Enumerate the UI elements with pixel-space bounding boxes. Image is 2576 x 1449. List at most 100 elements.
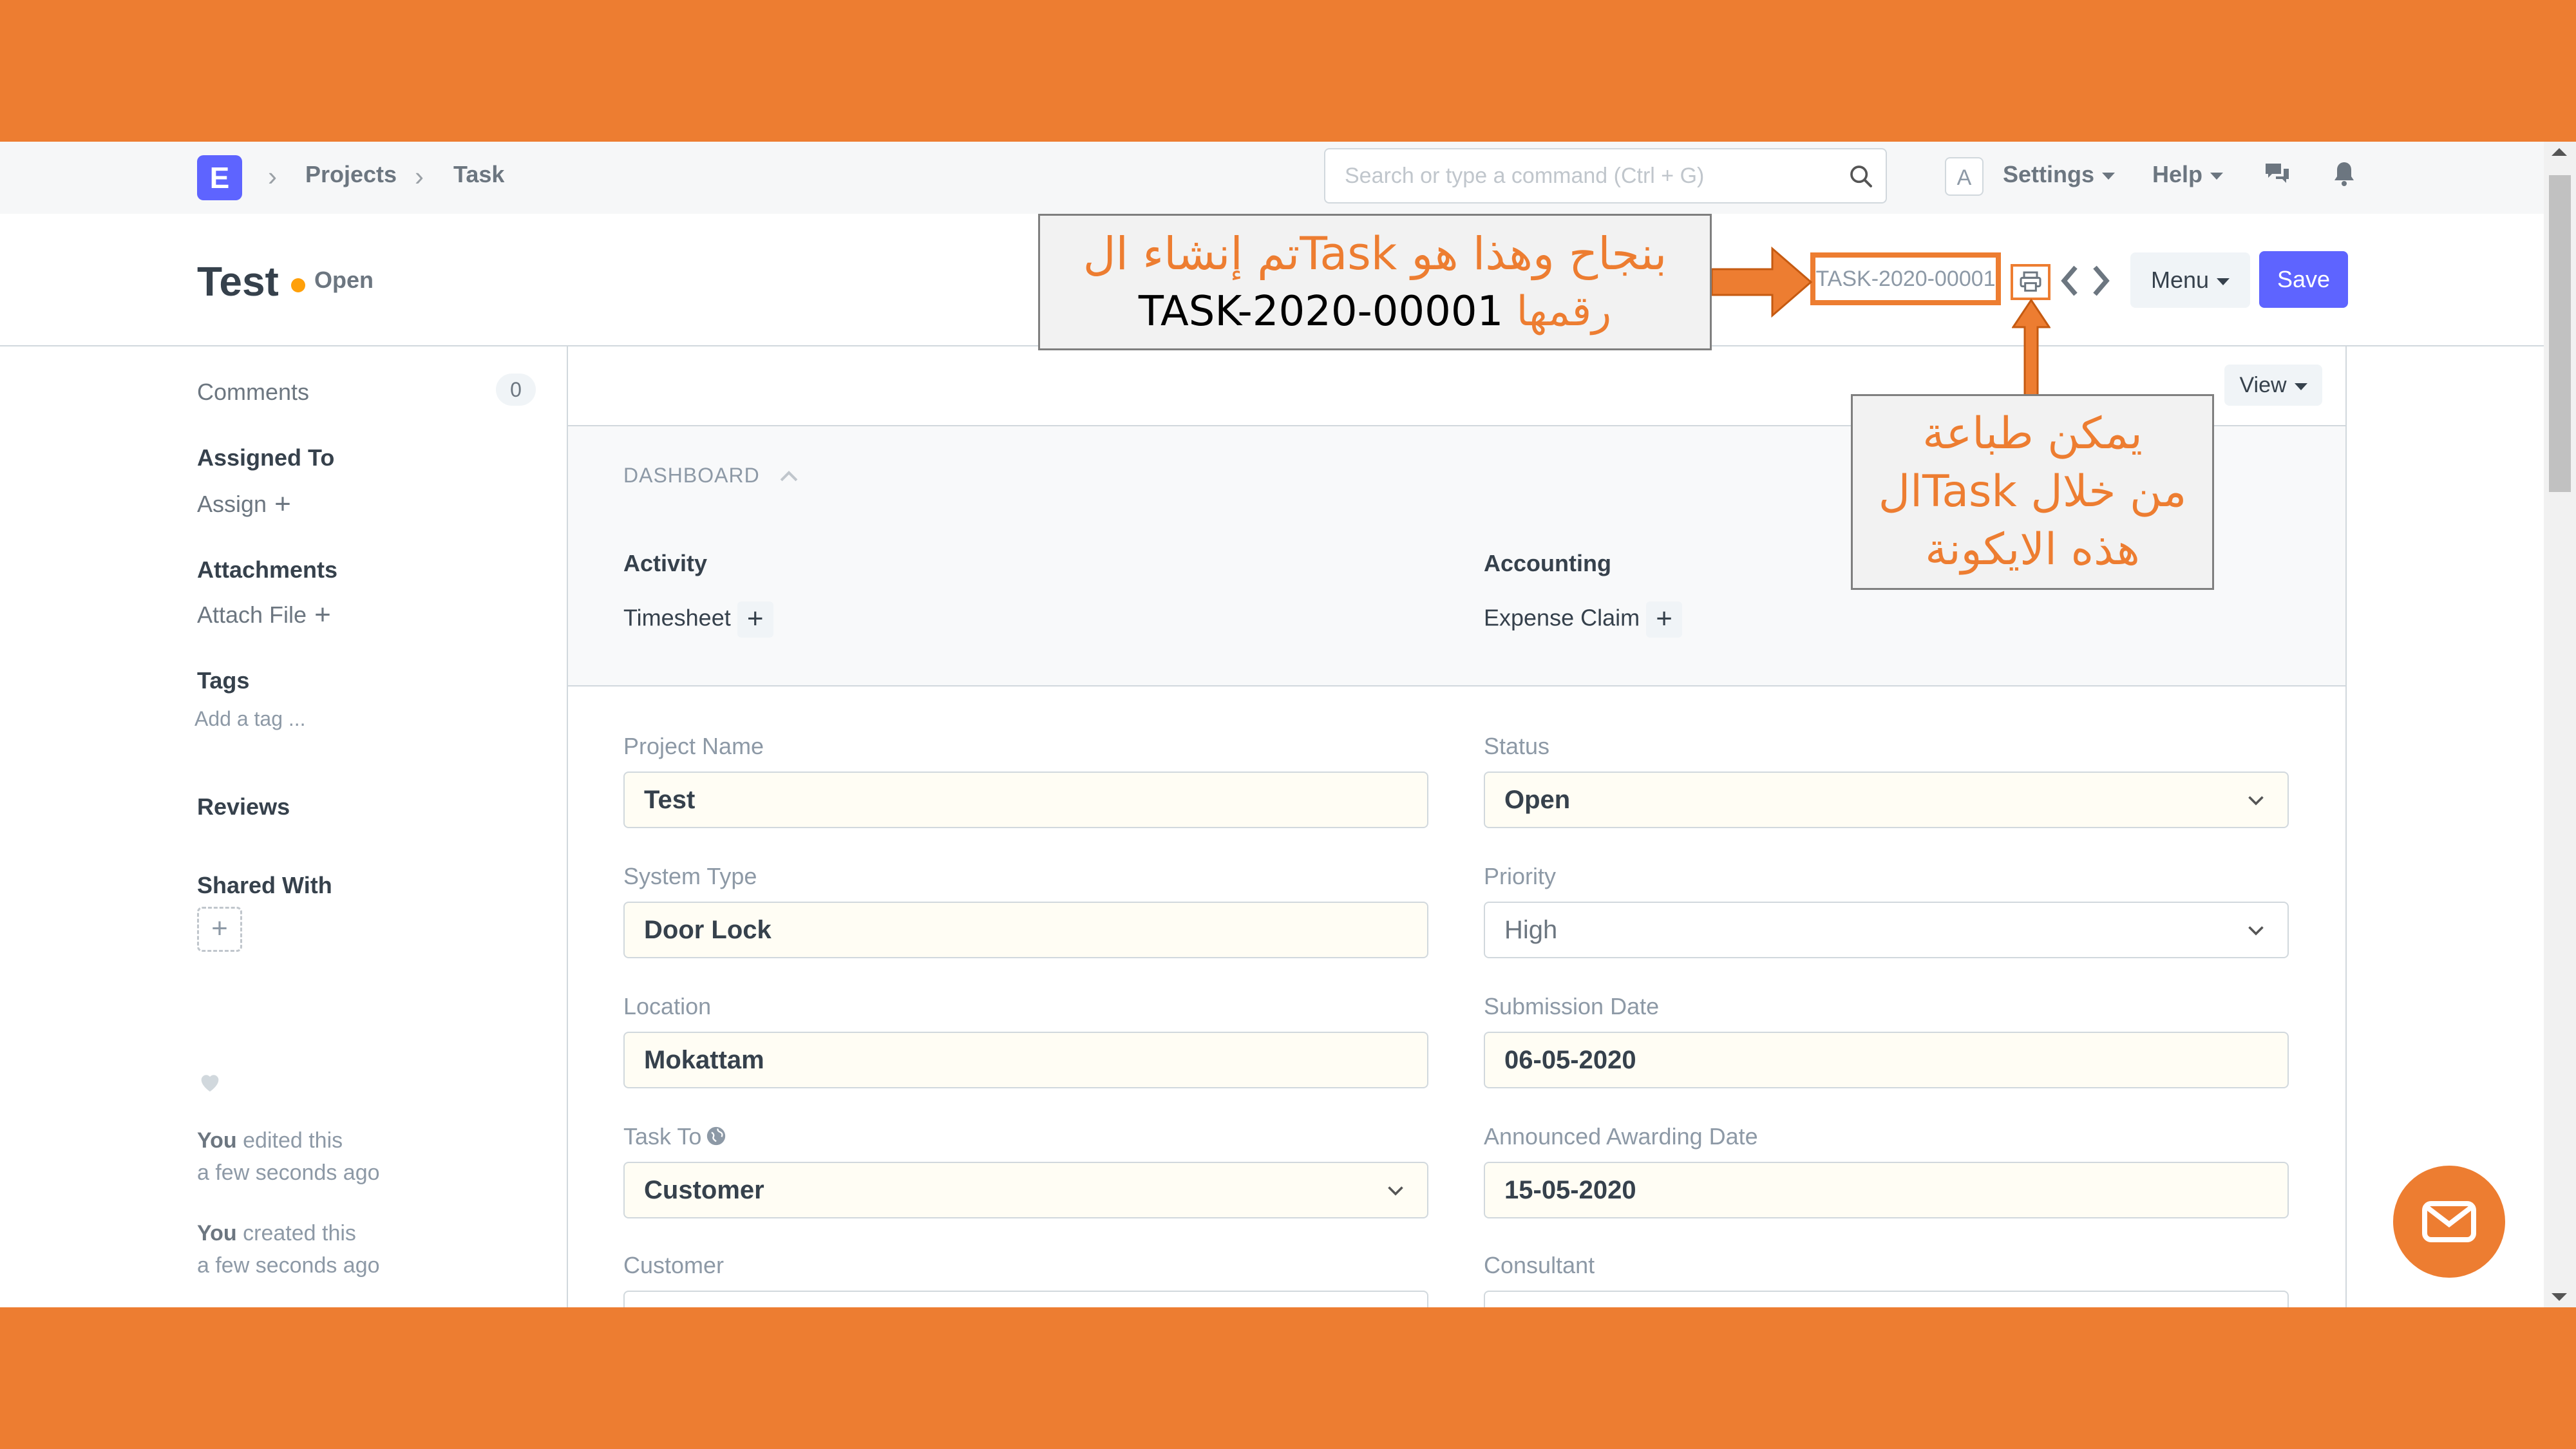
project-name-field[interactable]: Test [623,772,1428,828]
scroll-down-arrow-icon[interactable] [2552,1293,2567,1301]
status-value: Open [1504,786,1571,814]
system-type-label: System Type [623,863,757,889]
globe-icon [707,1126,726,1146]
timesheet-link[interactable]: Timesheet + [623,601,773,638]
menu-button[interactable]: Menu [2130,252,2250,308]
consultant-field[interactable]: Mr Test [1484,1291,2289,1307]
menu-label: Menu [2150,267,2210,293]
save-button[interactable]: Save [2259,251,2348,308]
view-label: View [2239,373,2287,397]
navbar: E › Projects › Task A Settings Help [0,142,2544,215]
sidebar-attachments-heading: Attachments [197,556,338,583]
document-name: TASK-2020-00001 [1810,252,2001,305]
user-avatar[interactable]: A [1945,157,1984,196]
project-name-label: Project Name [623,733,764,759]
callout-print-line3: هذه الايكونة [1925,524,2140,575]
settings-menu[interactable]: Settings [2003,161,2116,188]
scroll-up-arrow-icon[interactable] [2552,148,2567,156]
sidebar-comments[interactable]: Comments [197,379,309,406]
task-to-value: Customer [644,1176,764,1204]
expense-claim-label: Expense Claim [1484,604,1640,631]
bell-icon[interactable] [2329,158,2360,189]
timeline-action: created this [236,1221,356,1245]
printer-icon [2020,271,2041,292]
add-share-button[interactable]: + [197,907,242,952]
breadcrumb-projects[interactable]: Projects [305,161,397,188]
status-select[interactable]: Open [1484,772,2289,828]
search-input[interactable] [1343,149,1835,202]
view-button[interactable]: View [2224,365,2322,406]
assign-label: Assign [197,491,267,517]
timesheet-label: Timesheet [623,604,731,631]
task-to-select[interactable]: Customer [623,1162,1428,1218]
callout-task-created-line1: تم إنشاء الTask بنجاح وهذا هو [1083,227,1667,280]
previous-document-icon[interactable] [2058,261,2081,300]
timeline-user[interactable]: You [197,1128,237,1153]
add-tag-link[interactable]: Add a tag ... [194,707,306,731]
timeline-item: You created this [197,1221,356,1246]
sidebar-shared-with-heading: Shared With [197,872,332,898]
slide-frame-top [0,0,2576,142]
status-label: Open [314,267,374,293]
priority-label: Priority [1484,863,1557,889]
timeline-user[interactable]: You [197,1221,237,1245]
caret-down-icon [2102,172,2116,180]
callout-print-hint: يمكن طباعة الTask من خلال هذه الايكونة [1851,394,2214,590]
plus-icon: + [314,599,331,630]
chevron-up-icon[interactable] [778,466,800,486]
form-sidebar: Comments 0 Assigned To Assign + Attachmen… [0,346,568,1307]
breadcrumb-separator-icon: › [268,161,277,191]
dashboard-section-heading[interactable]: DASHBOARD [623,464,760,488]
timeline-time: a few seconds ago [197,1253,380,1278]
assign-link[interactable]: Assign + [197,488,291,520]
print-button[interactable] [2011,264,2050,300]
announced-awarding-date-field[interactable]: 15-05-2020 [1484,1162,2289,1218]
chat-bubbles-icon[interactable] [2262,158,2293,189]
task-to-label: Task To [623,1123,702,1150]
location-field[interactable]: Mokattam [623,1032,1428,1088]
timeline-action: edited this [236,1128,343,1153]
sidebar-reviews-heading: Reviews [197,793,290,820]
add-timesheet-plus-icon[interactable]: + [737,601,773,638]
submission-date-label: Submission Date [1484,993,1660,1019]
chevron-down-icon [1388,1186,1403,1196]
search-icon[interactable] [1848,164,1874,189]
add-expense-claim-plus-icon[interactable]: + [1646,601,1683,638]
app-logo[interactable]: E [197,155,242,200]
caret-down-icon [2294,383,2307,390]
chat-launcher-button[interactable] [2393,1166,2505,1278]
search-bar [1324,148,1887,204]
help-menu[interactable]: Help [2152,161,2224,188]
submission-date-field[interactable]: 06-05-2020 [1484,1032,2289,1088]
arrow-right-icon [1712,246,1812,318]
expense-claim-link[interactable]: Expense Claim + [1484,601,1683,638]
next-document-icon[interactable] [2089,261,2112,300]
location-label: Location [623,993,712,1019]
scrollbar-thumb[interactable] [2549,175,2571,492]
callout-task-created-line2: TASK-2020-00001 رقمها [1040,283,1710,341]
priority-value: High [1504,916,1558,944]
timeline-time: a few seconds ago [197,1160,380,1185]
comments-count-badge: 0 [496,374,536,406]
envelope-icon [2422,1201,2476,1242]
announced-awarding-date-label: Announced Awarding Date [1484,1123,1758,1150]
activity-heading: Activity [623,550,708,576]
plus-icon: + [274,488,291,520]
customer-field[interactable]: C-2020-00001 [623,1291,1428,1307]
caret-down-icon [2210,172,2224,180]
slide-frame-bottom [0,1307,2576,1449]
system-type-field[interactable]: Door Lock [623,902,1428,958]
callout-task-number-arabic: رقمها [1516,288,1612,336]
callout-task-number: TASK-2020-00001 [1138,288,1504,336]
attach-file-link[interactable]: Attach File + [197,599,331,631]
sidebar-tags-heading: Tags [197,667,250,694]
heart-icon[interactable] [197,1069,223,1095]
settings-label: Settings [2003,161,2095,187]
status-field-label: Status [1484,733,1550,759]
page-title: Test [197,258,279,305]
chevron-down-icon [2248,926,2264,936]
priority-select[interactable]: High [1484,902,2289,958]
callout-print-line1: يمكن طباعة [1922,408,2143,459]
breadcrumb-task[interactable]: Task [453,161,504,188]
caret-down-icon [2217,278,2230,285]
